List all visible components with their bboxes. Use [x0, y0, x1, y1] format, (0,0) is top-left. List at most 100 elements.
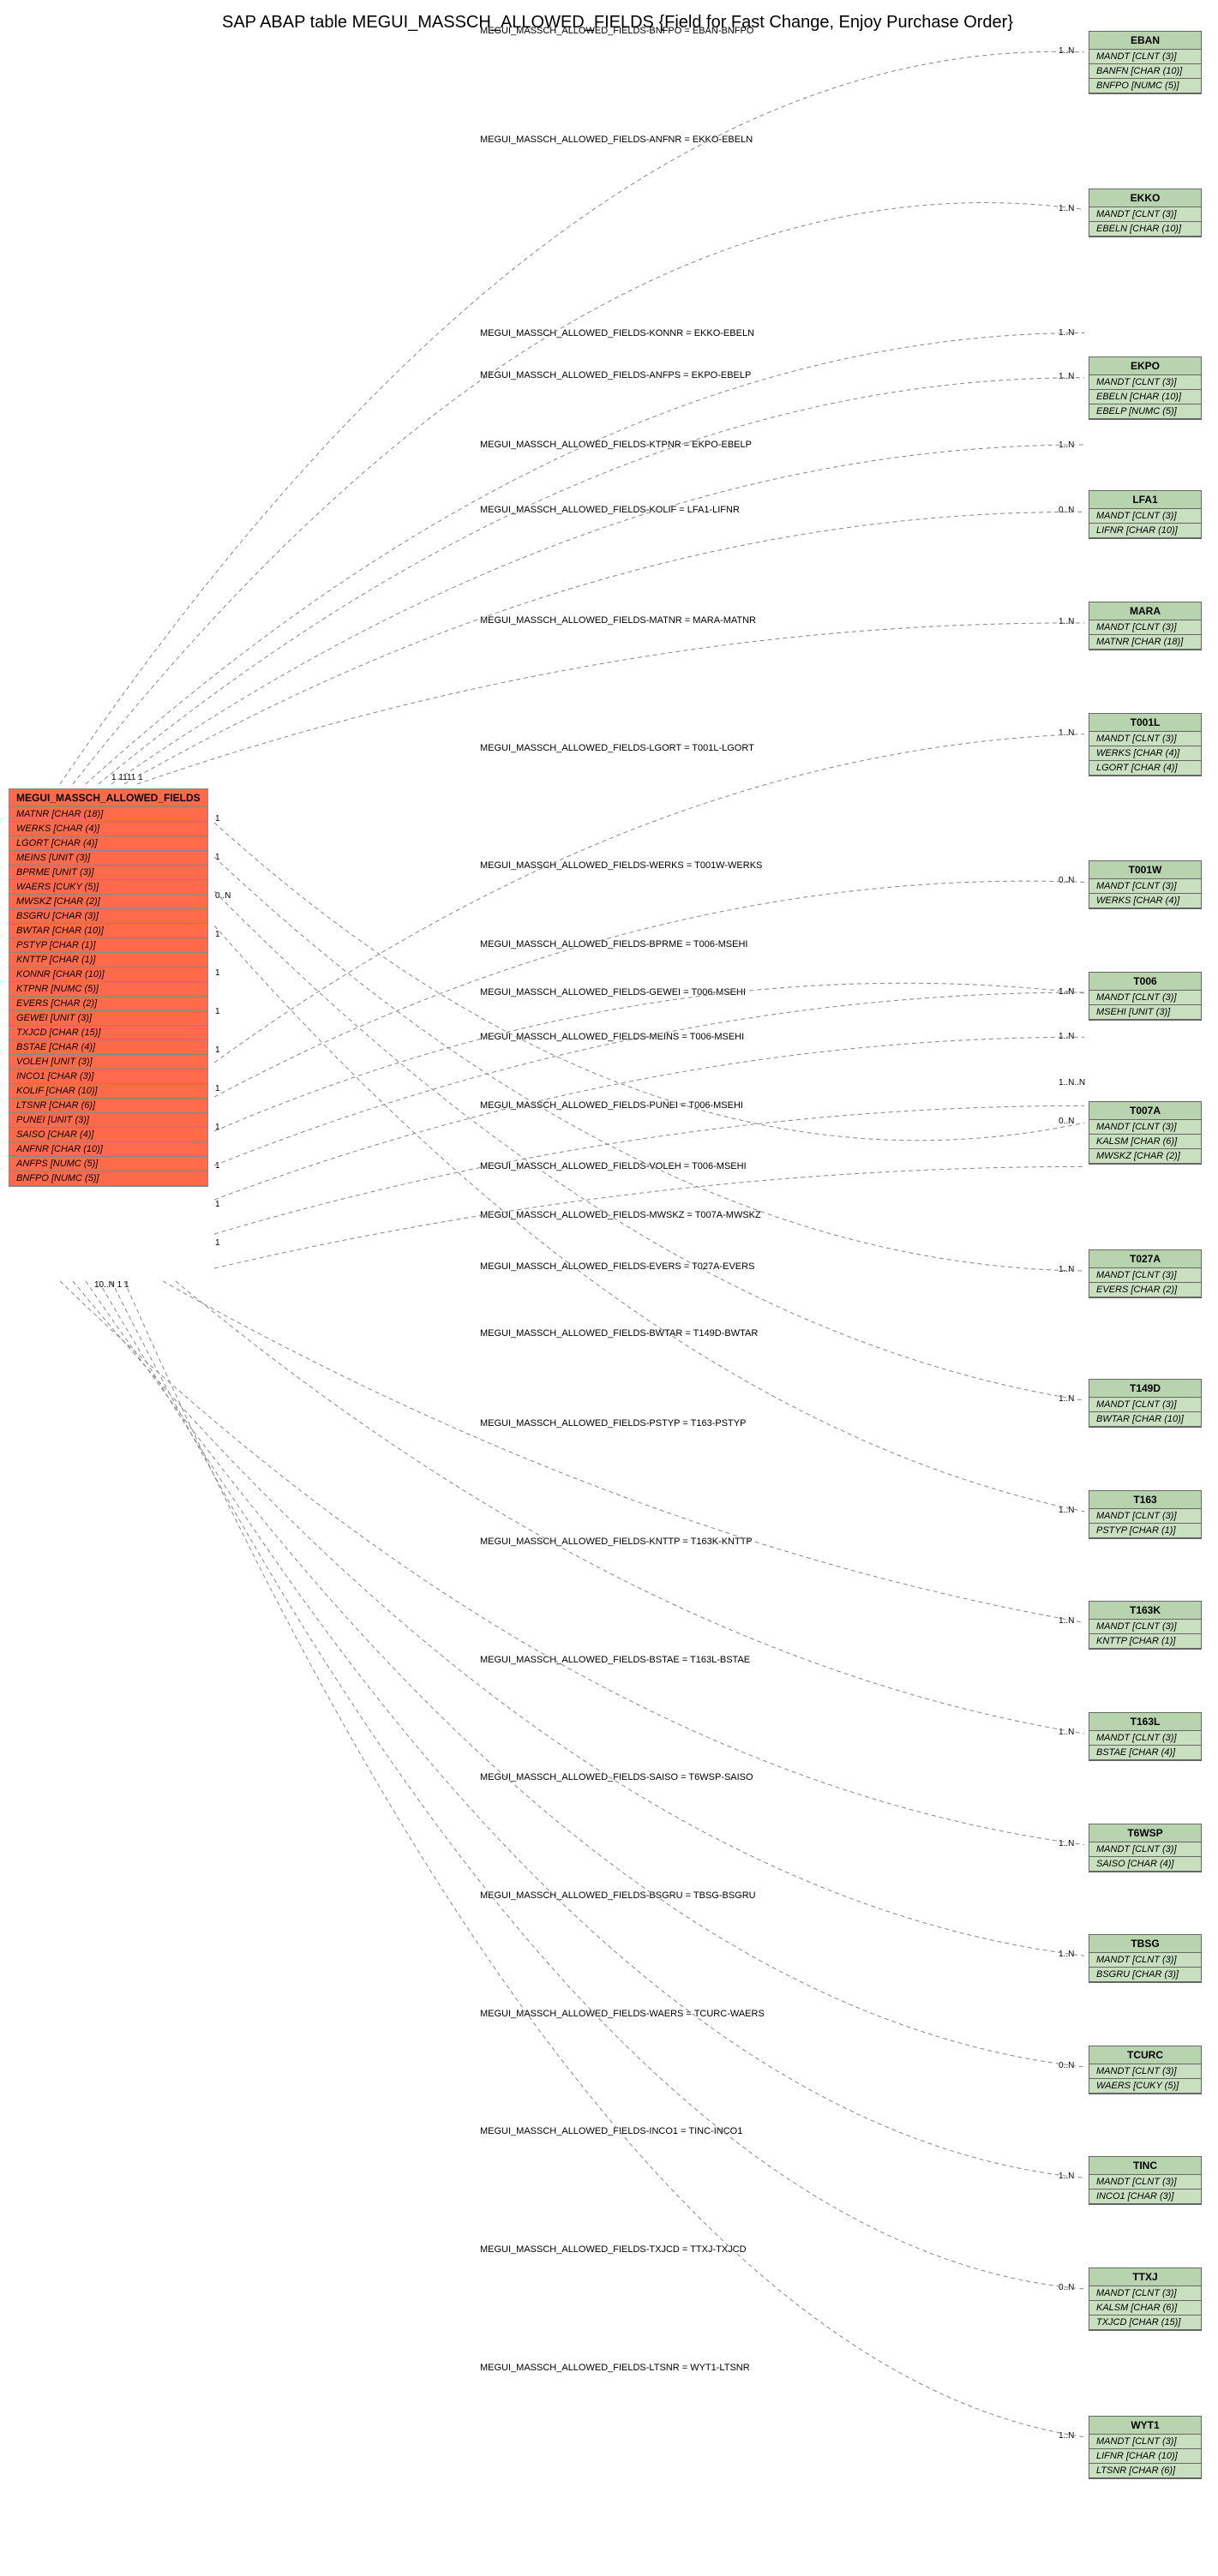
- ref-table-header: T001W: [1089, 861, 1201, 879]
- ref-field: KALSM [CHAR (6)]: [1089, 2301, 1201, 2315]
- cardinality-label: 1..N: [1059, 1394, 1074, 1404]
- relationship-label: MEGUI_MASSCH_ALLOWED_FIELDS-ANFPS = EKPO…: [480, 370, 751, 380]
- ref-table-header: T163L: [1089, 1713, 1201, 1731]
- ref-field: MATNR [CHAR (18)]: [1089, 635, 1201, 650]
- ref-table-header: EKPO: [1089, 357, 1201, 375]
- main-field: BNFPO [NUMC (5)]: [9, 1171, 207, 1186]
- cardinality-label: 1: [215, 1045, 220, 1055]
- main-field: WAERS [CUKY (5)]: [9, 880, 207, 895]
- ref-field: BNFPO [NUMC (5)]: [1089, 79, 1201, 93]
- ref-field: MANDT [CLNT (3)]: [1089, 1953, 1201, 1968]
- relationship-label: MEGUI_MASSCH_ALLOWED_FIELDS-WERKS = T001…: [480, 860, 762, 871]
- relationship-label: MEGUI_MASSCH_ALLOWED_FIELDS-INCO1 = TINC…: [480, 2126, 742, 2136]
- ref-table-t149d: T149DMANDT [CLNT (3)]BWTAR [CHAR (10)]: [1089, 1379, 1202, 1428]
- ref-table-header: T149D: [1089, 1380, 1201, 1398]
- ref-table-lfa1: LFA1MANDT [CLNT (3)]LIFNR [CHAR (10)]: [1089, 490, 1202, 539]
- cardinality-label: 1..N: [1059, 1032, 1074, 1041]
- cardinality-label: 1..N: [1059, 987, 1074, 997]
- ref-field: EVERS [CHAR (2)]: [1089, 1283, 1201, 1297]
- relationship-label: MEGUI_MASSCH_ALLOWED_FIELDS-LGORT = T001…: [480, 743, 754, 753]
- ref-field: LIFNR [CHAR (10)]: [1089, 524, 1201, 538]
- ref-field: MANDT [CLNT (3)]: [1089, 207, 1201, 222]
- cardinality-label: 0..N: [1059, 2283, 1074, 2292]
- ref-field: MANDT [CLNT (3)]: [1089, 879, 1201, 894]
- ref-table-ekko: EKKOMANDT [CLNT (3)]EBELN [CHAR (10)]: [1089, 189, 1202, 237]
- relationship-label: MEGUI_MASSCH_ALLOWED_FIELDS-PUNEI = T006…: [480, 1100, 743, 1111]
- ref-field: EBELN [CHAR (10)]: [1089, 390, 1201, 404]
- ref-table-header: TTXJ: [1089, 2268, 1201, 2286]
- main-field: TXJCD [CHAR (15)]: [9, 1026, 207, 1040]
- cardinality-label: 1..N: [1059, 2431, 1074, 2441]
- relationship-label: MEGUI_MASSCH_ALLOWED_FIELDS-BSGRU = TBSG…: [480, 1890, 756, 1901]
- ref-table-tbsg: TBSGMANDT [CLNT (3)]BSGRU [CHAR (3)]: [1089, 1934, 1202, 1983]
- ref-field: MANDT [CLNT (3)]: [1089, 1842, 1201, 1857]
- ref-table-header: T6WSP: [1089, 1824, 1201, 1842]
- ref-table-header: T006: [1089, 973, 1201, 991]
- ref-table-tcurc: TCURCMANDT [CLNT (3)]WAERS [CUKY (5)]: [1089, 2046, 1202, 2094]
- cardinality-label: 1..N: [1059, 328, 1074, 338]
- ref-table-t001l: T001LMANDT [CLNT (3)]WERKS [CHAR (4)]LGO…: [1089, 713, 1202, 776]
- ref-field: MANDT [CLNT (3)]: [1089, 732, 1201, 746]
- ref-table-wyt1: WYT1MANDT [CLNT (3)]LIFNR [CHAR (10)]LTS…: [1089, 2416, 1202, 2479]
- cardinality-label: 1: [215, 814, 220, 824]
- cardinality-label: 1..N: [1059, 1839, 1074, 1848]
- relationship-label: MEGUI_MASSCH_ALLOWED_FIELDS-VOLEH = T006…: [480, 1161, 747, 1171]
- cardinality-label: 1..N: [1059, 1728, 1074, 1737]
- cardinality-label: 0..N: [1059, 1117, 1074, 1126]
- main-field: MWSKZ [CHAR (2)]: [9, 895, 207, 909]
- ref-field: MANDT [CLNT (3)]: [1089, 1268, 1201, 1283]
- relationship-label: MEGUI_MASSCH_ALLOWED_FIELDS-MATNR = MARA…: [480, 615, 756, 626]
- cardinality-label: 1..N..N: [1059, 1078, 1085, 1087]
- ref-field: KALSM [CHAR (6)]: [1089, 1135, 1201, 1149]
- relationship-label: MEGUI_MASSCH_ALLOWED_FIELDS-MWSKZ = T007…: [480, 1210, 761, 1220]
- main-field: KONNR [CHAR (10)]: [9, 967, 207, 982]
- main-field: KNTTP [CHAR (1)]: [9, 953, 207, 967]
- cardinality-label: 1: [215, 968, 220, 978]
- main-field: BSGRU [CHAR (3)]: [9, 909, 207, 924]
- ref-table-eban: EBANMANDT [CLNT (3)]BANFN [CHAR (10)]BNF…: [1089, 31, 1202, 94]
- ref-table-tinc: TINCMANDT [CLNT (3)]INCO1 [CHAR (3)]: [1089, 2156, 1202, 2205]
- ref-table-ekpo: EKPOMANDT [CLNT (3)]EBELN [CHAR (10)]EBE…: [1089, 356, 1202, 420]
- main-field: LTSNR [CHAR (6)]: [9, 1099, 207, 1113]
- ref-field: EBELP [NUMC (5)]: [1089, 404, 1201, 419]
- main-field: PSTYP [CHAR (1)]: [9, 938, 207, 953]
- relationship-label: MEGUI_MASSCH_ALLOWED_FIELDS-MEINS = T006…: [480, 1032, 744, 1042]
- main-field: ANFPS [NUMC (5)]: [9, 1157, 207, 1171]
- cardinality-label: 1..N: [1059, 372, 1074, 381]
- ref-field: BSGRU [CHAR (3)]: [1089, 1968, 1201, 1982]
- cardinality-label: 1: [215, 1007, 220, 1016]
- main-field: MEINS [UNIT (3)]: [9, 851, 207, 866]
- ref-field: LTSNR [CHAR (6)]: [1089, 2464, 1201, 2478]
- cardinality-label: 1: [215, 1084, 220, 1093]
- ref-field: INCO1 [CHAR (3)]: [1089, 2190, 1201, 2204]
- ref-field: MANDT [CLNT (3)]: [1089, 2064, 1201, 2079]
- ref-table-header: TINC: [1089, 2157, 1201, 2175]
- main-field: WERKS [CHAR (4)]: [9, 822, 207, 836]
- relationship-label: MEGUI_MASSCH_ALLOWED_FIELDS-LTSNR = WYT1…: [480, 2363, 750, 2373]
- relationship-label: MEGUI_MASSCH_ALLOWED_FIELDS-TXJCD = TTXJ…: [480, 2244, 747, 2255]
- main-field: VOLEH [UNIT (3)]: [9, 1055, 207, 1069]
- relationship-label: MEGUI_MASSCH_ALLOWED_FIELDS-WAERS = TCUR…: [480, 2009, 765, 2019]
- ref-table-t027a: T027AMANDT [CLNT (3)]EVERS [CHAR (2)]: [1089, 1249, 1202, 1298]
- ref-table-t001w: T001WMANDT [CLNT (3)]WERKS [CHAR (4)]: [1089, 860, 1202, 909]
- ref-field: MANDT [CLNT (3)]: [1089, 2175, 1201, 2190]
- ref-table-t007a: T007AMANDT [CLNT (3)]KALSM [CHAR (6)]MWS…: [1089, 1101, 1202, 1165]
- ref-field: MANDT [CLNT (3)]: [1089, 620, 1201, 635]
- cardinality-label: 10..N 1 1: [94, 1280, 129, 1290]
- ref-field: KNTTP [CHAR (1)]: [1089, 1634, 1201, 1649]
- main-field: KTPNR [NUMC (5)]: [9, 982, 207, 997]
- ref-table-t163l: T163LMANDT [CLNT (3)]BSTAE [CHAR (4)]: [1089, 1712, 1202, 1761]
- main-field: SAISO [CHAR (4)]: [9, 1128, 207, 1142]
- main-field: GEWEI [UNIT (3)]: [9, 1011, 207, 1026]
- main-field: LGORT [CHAR (4)]: [9, 836, 207, 851]
- cardinality-label: 1: [215, 853, 220, 862]
- cardinality-label: 1: [215, 1123, 220, 1132]
- cardinality-label: 1..N: [1059, 1265, 1074, 1274]
- cardinality-label: 0..N: [215, 891, 231, 901]
- relationship-label: MEGUI_MASSCH_ALLOWED_FIELDS-ANFNR = EKKO…: [480, 135, 753, 145]
- ref-field: MANDT [CLNT (3)]: [1089, 1509, 1201, 1524]
- ref-table-header: T163K: [1089, 1602, 1201, 1620]
- ref-table-t163k: T163KMANDT [CLNT (3)]KNTTP [CHAR (1)]: [1089, 1601, 1202, 1650]
- ref-table-header: T001L: [1089, 714, 1201, 732]
- ref-field: MANDT [CLNT (3)]: [1089, 1120, 1201, 1135]
